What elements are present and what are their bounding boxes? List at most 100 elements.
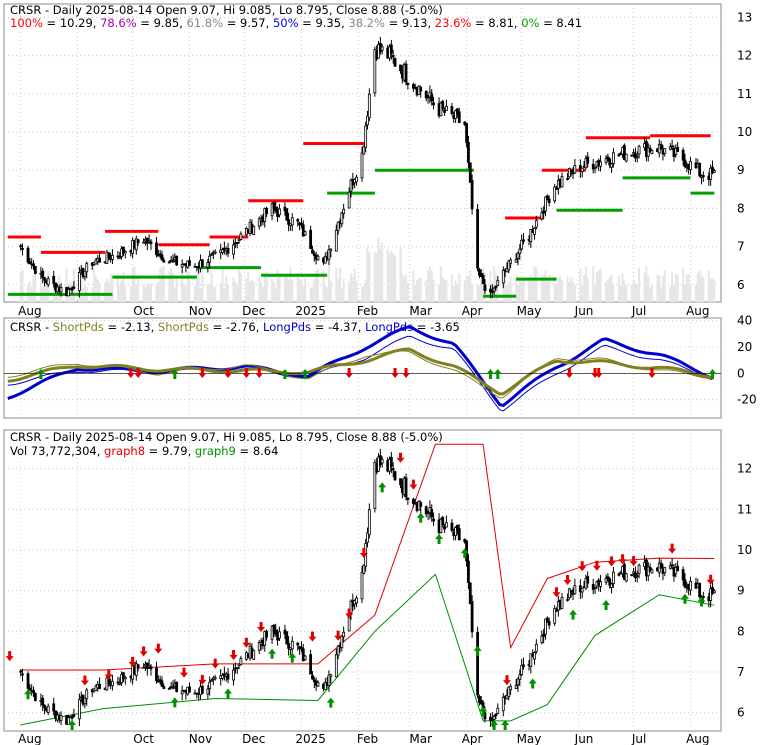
volume-bar (285, 273, 288, 302)
volume-bar (507, 281, 510, 302)
x-tick-label: Nov (189, 732, 212, 745)
volume-bar (557, 278, 560, 302)
candle-body (32, 689, 35, 694)
x-tick-label: 2025 (295, 732, 326, 745)
candle-body (522, 239, 525, 242)
candle-body (670, 145, 674, 148)
fib-level-value: 9.85 (154, 16, 180, 30)
volume-bar (225, 275, 228, 302)
candle-body (221, 249, 224, 253)
candle-body (501, 696, 505, 712)
candle-body (663, 148, 667, 154)
volume-bar (173, 287, 176, 302)
volume-bar (649, 287, 652, 302)
volume-bar (713, 279, 716, 302)
volume-bar (454, 280, 457, 302)
candle-body (142, 241, 146, 244)
candle-body (171, 686, 175, 689)
volume-bar (183, 283, 185, 302)
volume-bar (304, 278, 307, 302)
volume-bar (630, 284, 633, 302)
candle-body (432, 518, 435, 522)
volume-bar (465, 276, 468, 302)
candle-body (676, 566, 680, 572)
volume-bar (573, 284, 576, 302)
volume-bar (645, 266, 648, 302)
volume-bar (438, 284, 441, 302)
candle-body (391, 468, 395, 471)
candle-body (389, 44, 393, 54)
x-tick-label: Mar (409, 304, 432, 318)
candle-body (278, 631, 281, 639)
volume-bar (142, 283, 145, 302)
candle-body (481, 274, 485, 285)
graph8-value: = 9.79, (145, 444, 195, 458)
candle-body (509, 685, 513, 691)
candle-body (311, 249, 314, 254)
candle-body (681, 569, 685, 581)
volume-bar (450, 274, 453, 302)
price-panel-header: CRSR - Daily 2025-08-14 Open 9.07, Hi 9.… (10, 3, 443, 17)
volume-bar (381, 242, 384, 302)
candle-body (285, 631, 289, 645)
volume-bar (96, 279, 99, 302)
candle-body (171, 260, 175, 263)
volume-bar (149, 284, 152, 302)
candle-body (659, 143, 663, 150)
volume-label: Vol 73,772,304 (10, 444, 97, 458)
volume-bar (608, 276, 611, 302)
volume-bar (329, 280, 332, 302)
candle-body (599, 581, 602, 587)
volume-bar (170, 267, 173, 302)
candle-body (432, 102, 435, 106)
candle-body (406, 497, 410, 500)
volume-bar (104, 282, 107, 302)
candle-body (509, 259, 513, 264)
osc-series-name: ShortPds (158, 320, 209, 334)
volume-bar (65, 267, 68, 302)
candle-body (160, 254, 164, 261)
volume-bar (206, 284, 209, 302)
candle-body (476, 209, 480, 269)
candle-body (467, 142, 470, 163)
volume-bar (401, 273, 404, 302)
volume-bar (546, 281, 549, 302)
volume-bar (361, 286, 363, 302)
volume-bar (660, 287, 663, 302)
candle-body (155, 242, 158, 256)
candle-body (226, 248, 230, 254)
y-tick-label: 6 (737, 278, 745, 292)
volume-bar (227, 284, 230, 302)
volume-bar (120, 280, 123, 302)
candle-body (309, 654, 313, 675)
volume-bar (377, 238, 380, 302)
candle-body (683, 159, 687, 168)
fib-sep: = (43, 16, 60, 30)
candle-body (465, 123, 468, 143)
candle-body (98, 683, 101, 689)
x-tick-label: Jul (631, 732, 646, 745)
candle-body (404, 477, 408, 498)
oscillator-legend-text: CRSR - ShortPds = -2.13, ShortPds = -2.7… (10, 320, 460, 334)
sep: , (97, 444, 104, 458)
fib-sep: = (137, 16, 154, 30)
volume-bar (144, 286, 147, 302)
candle-body (107, 252, 111, 258)
candle-body (28, 261, 32, 264)
candle-body (391, 55, 395, 58)
candle-body (533, 227, 536, 235)
candle-body (46, 705, 50, 713)
candle-body (334, 654, 338, 678)
volume-bar (194, 285, 197, 302)
fib-level-value: 9.57 (240, 16, 266, 30)
candle-body (610, 583, 613, 588)
candle-body (468, 582, 472, 604)
candle-body (560, 596, 564, 609)
volume-bar (579, 268, 582, 302)
volume-bar (592, 266, 595, 302)
stock-chart: 13 12 11 10 9 8 7 6 40 20 0 -20 12 11 10 9 8 7 6 Aug Oct N… (3, 3, 757, 745)
volume-bar (353, 268, 356, 302)
candle-body (175, 681, 179, 692)
candle-body (85, 263, 89, 273)
volume-bar (419, 278, 422, 302)
